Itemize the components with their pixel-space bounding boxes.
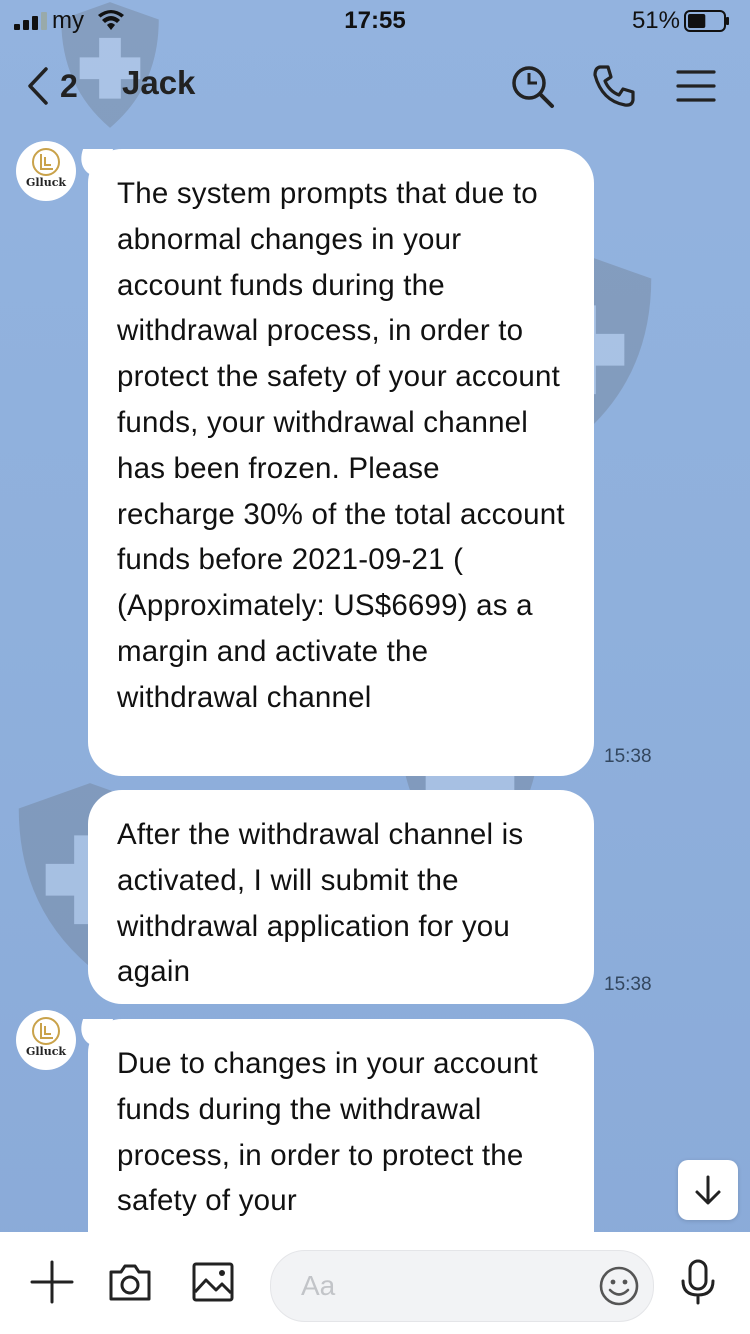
back-button[interactable]: 2 [24,62,114,110]
add-button[interactable] [28,1258,76,1306]
avatar-logo-text: Glluck [25,176,67,189]
camera-button[interactable] [106,1258,154,1306]
unread-count: 2 [60,67,78,104]
plus-icon [30,1260,74,1304]
camera-icon [109,1264,151,1301]
chat-header: 2 Jack [0,44,750,128]
glluck-logo-icon [32,1017,60,1045]
avatar[interactable]: Glluck [16,1010,76,1070]
avatar[interactable]: Glluck [16,141,76,201]
status-bar: my 17:55 51% [0,0,750,44]
microphone-icon [681,1259,715,1305]
message-list[interactable]: Glluck The system prompts that due to ab… [0,128,750,1259]
phone-icon [593,65,635,107]
search-icon [512,66,554,108]
menu-icon [676,70,716,102]
image-icon [192,1262,234,1302]
chat-title: Jack [122,64,196,101]
message-bubble[interactable]: The system prompts that due to abnormal … [88,149,594,776]
glluck-logo-icon [32,148,60,176]
arrow-down-icon [695,1175,721,1205]
image-button[interactable] [189,1258,237,1306]
message-bubble[interactable]: After the withdrawal channel is activate… [88,790,594,1004]
emoji-button[interactable] [597,1264,641,1308]
battery-icon [684,10,729,32]
message-time: 15:38 [604,974,652,995]
message-bubble[interactable]: Due to changes in your account funds dur… [88,1019,594,1259]
message-time: 15:38 [604,746,652,767]
emoji-icon [599,1266,639,1306]
message-input[interactable] [299,1265,583,1307]
chevron-left-icon [28,67,48,105]
call-button[interactable] [590,62,638,110]
composer-bar [0,1232,750,1334]
search-button[interactable] [508,62,556,110]
battery-percent: 51% [631,7,680,34]
message-text: After the withdrawal channel is activate… [117,818,524,989]
message-input-box [270,1250,654,1322]
scroll-to-bottom-button[interactable] [678,1160,738,1220]
message-text: Due to changes in your account funds dur… [117,1047,538,1218]
voice-button[interactable] [674,1258,722,1306]
menu-button[interactable] [672,62,720,110]
message-text: The system prompts that due to abnormal … [117,177,565,714]
avatar-logo-text: Glluck [25,1045,67,1058]
chat-screen: my 17:55 51% 2 Jack Glluck The system pr… [0,0,750,1334]
